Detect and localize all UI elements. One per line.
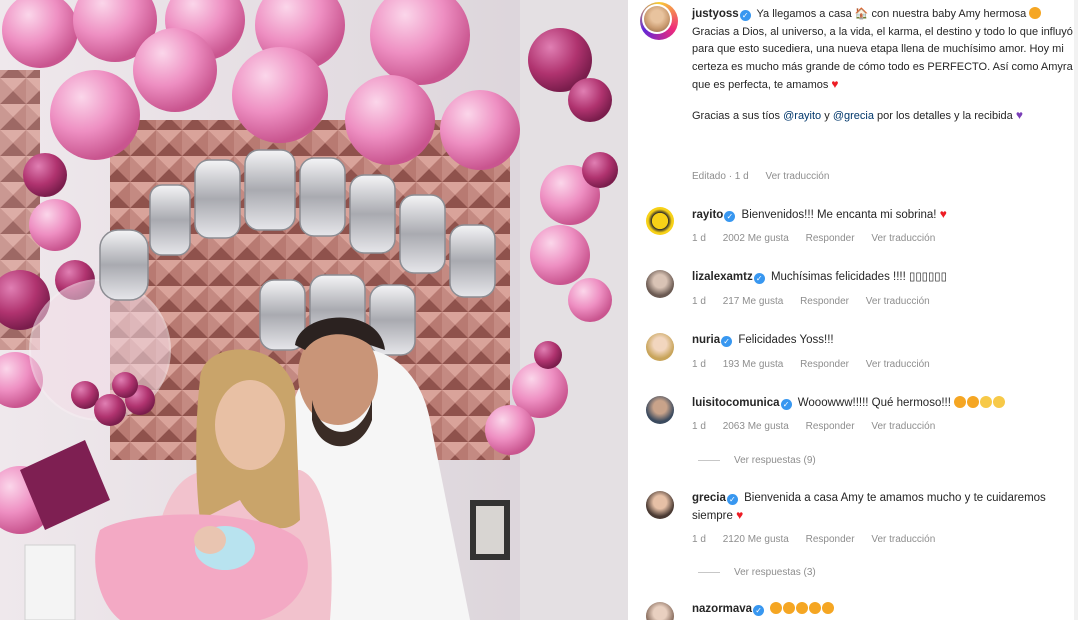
avatar[interactable]: [646, 602, 674, 620]
see-translation-button[interactable]: Ver traducción: [871, 421, 935, 432]
comment-meta: 1 d 2063 Me gusta Responder Ver traducci…: [692, 421, 936, 432]
comment-username[interactable]: rayito: [692, 209, 723, 221]
avatar[interactable]: [646, 396, 674, 424]
comment-text: Wooowww!!!!! Qué hermoso!!!: [797, 397, 951, 409]
verified-icon: ✓: [753, 273, 765, 284]
mention-grecia[interactable]: @grecia: [833, 110, 874, 122]
comment: luisitocomunica ✓ Wooowww!!!!! Qué hermos…: [692, 395, 1052, 412]
photo-illustration: [0, 0, 628, 620]
view-replies-button[interactable]: Ver respuestas (9): [698, 455, 816, 466]
replies-divider: [698, 571, 720, 573]
reply-button[interactable]: Responder: [800, 359, 849, 370]
comments-panel[interactable]: justyoss ✓ Ya llegamos a casa 🏠 con nuest…: [628, 0, 1078, 620]
heart-eyes-emoji-icon: [770, 602, 783, 614]
mention-rayito[interactable]: @rayito: [783, 110, 821, 122]
red-heart-icon: ♥: [831, 77, 839, 91]
comment-text: Felicidades Yoss!!!: [738, 334, 834, 346]
verified-icon: ✓: [726, 494, 738, 505]
likes-count[interactable]: 2063 Me gusta: [723, 421, 789, 432]
avatar[interactable]: [646, 207, 674, 235]
reply-button[interactable]: Responder: [806, 421, 855, 432]
reply-button[interactable]: Responder: [806, 534, 855, 545]
post-caption: justyoss ✓ Ya llegamos a casa 🏠 con nuest…: [692, 7, 1073, 122]
see-translation-button[interactable]: Ver traducción: [866, 359, 930, 370]
likes-count[interactable]: 2120 Me gusta: [723, 534, 789, 545]
comment-meta: 1 d 2120 Me gusta Responder Ver traducci…: [692, 534, 936, 545]
comment-text: Muchísimas felicidades !!!! ▯▯▯▯▯▯: [770, 271, 947, 283]
see-translation-button[interactable]: Ver traducción: [871, 233, 935, 244]
clap-emoji-icon: [980, 396, 993, 408]
author-avatar[interactable]: [640, 2, 678, 40]
post-photo[interactable]: [0, 0, 628, 620]
red-heart-icon: ♥: [736, 508, 744, 522]
verified-icon: ✓: [753, 605, 765, 616]
edited-label: Editado · 1 d: [692, 171, 749, 182]
heart-eyes-emoji-icon: [1029, 7, 1042, 19]
caption-meta: Editado · 1 d Ver traducción: [692, 171, 843, 182]
avatar[interactable]: [646, 491, 674, 519]
heart-eyes-emoji-icon: [783, 602, 796, 614]
see-translation-button[interactable]: Ver traducción: [866, 296, 930, 307]
comment-text: Bienvenida a casa Amy te amamos mucho y …: [692, 492, 1046, 522]
heart-eyes-emoji-icon: [796, 602, 809, 614]
heart-eyes-emoji-icon: [954, 396, 967, 408]
purple-heart-icon: ♥: [1015, 107, 1023, 122]
comment: nazormava ✓: [692, 601, 1052, 618]
view-replies-button[interactable]: Ver respuestas (3): [698, 567, 816, 578]
comment-meta: 1 d 217 Me gusta Responder Ver traducció…: [692, 296, 930, 307]
likes-count[interactable]: 217 Me gusta: [723, 296, 784, 307]
caption-see-translation[interactable]: Ver traducción: [766, 171, 830, 182]
comment-username[interactable]: nuria: [692, 334, 720, 346]
heart-eyes-emoji-icon: [967, 396, 980, 408]
red-heart-icon: ♥: [939, 207, 947, 221]
avatar[interactable]: [646, 333, 674, 361]
comment-meta: 1 d 2002 Me gusta Responder Ver traducci…: [692, 233, 936, 244]
comment-username[interactable]: grecia: [692, 492, 726, 504]
clap-emoji-icon: [993, 396, 1006, 408]
comment-text: Bienvenidos!!! Me encanta mi sobrina!: [741, 209, 937, 221]
verified-icon: ✓: [780, 399, 792, 410]
reply-button[interactable]: Responder: [806, 233, 855, 244]
comment: rayito ✓ Bienvenidos!!! Me encanta mi sob…: [692, 206, 1052, 224]
verified-icon: ✓: [721, 336, 733, 347]
verified-icon: ✓: [739, 10, 751, 21]
reply-button[interactable]: Responder: [800, 296, 849, 307]
comment: lizalexamtz ✓ Muchísimas felicidades !!!!…: [692, 269, 1052, 286]
comment-username[interactable]: luisitocomunica: [692, 397, 780, 409]
see-translation-button[interactable]: Ver traducción: [871, 534, 935, 545]
author-username[interactable]: justyoss: [692, 8, 739, 20]
comment-username[interactable]: lizalexamtz: [692, 271, 753, 283]
comment: grecia ✓ Bienvenida a casa Amy te amamos …: [692, 490, 1052, 525]
comment: nuria ✓ Felicidades Yoss!!!: [692, 332, 1052, 349]
likes-count[interactable]: 193 Me gusta: [723, 359, 784, 370]
heart-eyes-emoji-icon: [822, 602, 835, 614]
comment-meta: 1 d 193 Me gusta Responder Ver traducció…: [692, 359, 930, 370]
likes-count[interactable]: 2002 Me gusta: [723, 233, 789, 244]
replies-divider: [698, 459, 720, 461]
heart-eyes-emoji-icon: [809, 602, 822, 614]
avatar[interactable]: [646, 270, 674, 298]
comment-username[interactable]: nazormava: [692, 603, 752, 615]
verified-icon: ✓: [724, 211, 736, 222]
house-emoji-icon: 🏠: [854, 8, 869, 20]
